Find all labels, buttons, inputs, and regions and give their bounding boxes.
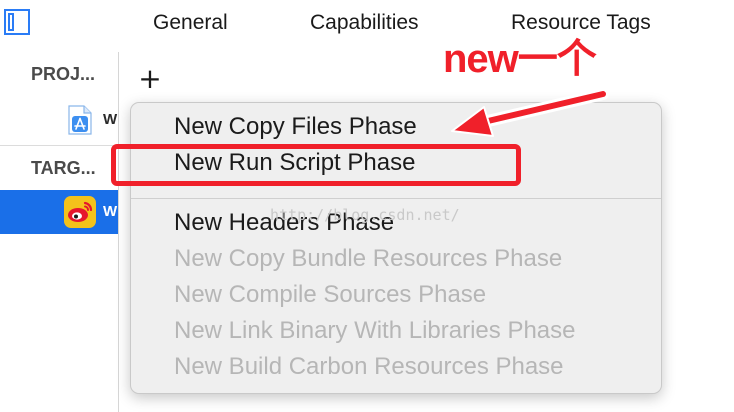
xcode-build-phases-window: General Capabilities Resource Tags PROJ.…: [0, 0, 734, 412]
sidebar-item-project[interactable]: W: [0, 98, 118, 142]
sidebar-pane-shape: [8, 13, 14, 31]
sidebar-item-target[interactable]: W: [0, 190, 118, 234]
menu-item-new-copy-bundle-resources-phase: New Copy Bundle Resources Phase: [174, 245, 563, 272]
app-store-file-icon: [68, 105, 92, 135]
add-build-phase-button[interactable]: +: [135, 64, 165, 94]
menu-item-new-link-binary-with-libraries-phase: New Link Binary With Libraries Phase: [174, 317, 576, 344]
project-navigator-sidebar: PROJ... W TARG... W: [0, 52, 119, 412]
project-section-header: PROJ...: [31, 64, 96, 84]
menu-item-new-compile-sources-phase: New Compile Sources Phase: [174, 281, 487, 308]
tab-capabilities[interactable]: Capabilities: [310, 11, 419, 35]
menu-item-new-copy-files-phase[interactable]: New Copy Files Phase: [174, 113, 417, 141]
sidebar-toggle-icon[interactable]: [4, 9, 30, 35]
sidebar-item-label: W: [103, 203, 118, 220]
sidebar-item-label: W: [103, 111, 118, 128]
targets-section-header: TARG...: [31, 158, 96, 178]
annotation-label: new一个: [443, 37, 597, 81]
weibo-app-icon: [64, 196, 96, 228]
weibo-logo-icon: [68, 201, 93, 222]
menu-separator: [131, 198, 661, 199]
annotation-highlight-box: [111, 144, 521, 186]
watermark-text: http://blog.csdn.net/: [270, 206, 460, 224]
tab-bar: General Capabilities Resource Tags: [0, 0, 734, 52]
menu-item-new-build-carbon-resources-phase: New Build Carbon Resources Phase: [174, 353, 564, 380]
sidebar-divider: [0, 145, 118, 146]
tab-general[interactable]: General: [153, 11, 228, 35]
